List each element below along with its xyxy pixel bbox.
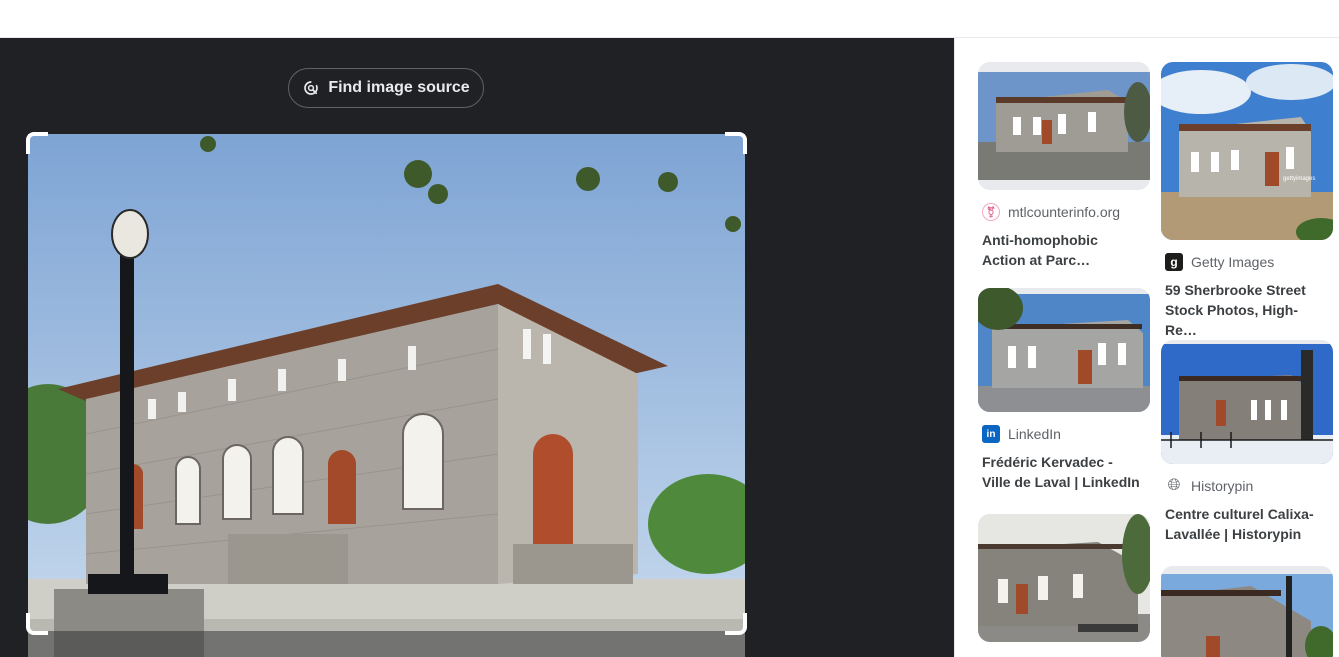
result-title[interactable]: Frédéric Kervadec - Ville de Laval | Lin… [978,452,1146,492]
result-source: Historypin [1191,478,1254,494]
crop-handle-top-right[interactable] [725,132,747,154]
getty-images-favicon-icon: g [1165,253,1183,271]
result-source: mtlcounterinfo.org [1008,204,1121,220]
result-card[interactable]: 🌐︎ Historypin Centre culturel Calixa- La… [1161,340,1333,544]
crop-handle-bottom-right[interactable] [725,613,747,635]
result-thumbnail[interactable] [978,62,1150,190]
result-card[interactable]: in LinkedIn Frédéric Kervadec - Ville de… [978,288,1150,492]
top-bar [0,0,1339,38]
crop-handle-top-left[interactable] [26,132,48,154]
result-thumbnail[interactable] [978,514,1150,642]
result-source: Getty Images [1191,254,1275,270]
result-card[interactable] [978,514,1150,642]
result-title[interactable]: Centre culturel Calixa- Lavallée | Histo… [1161,504,1329,544]
selected-image[interactable] [26,132,747,657]
result-source: LinkedIn [1008,426,1061,442]
globe-icon: 🌐︎ [1167,477,1181,494]
result-thumbnail[interactable] [978,288,1150,412]
result-thumbnail[interactable] [1161,340,1333,464]
result-card[interactable]: gettyimages g Getty Images 59 Sherbrooke… [1161,62,1333,340]
viewer-bottom-shade [28,631,745,657]
image-viewer-pane: Find image source [0,38,954,657]
visual-matches-pane: ⚧ mtlcounterinfo.org Anti-homophobic Act… [954,38,1339,657]
find-image-source-button[interactable]: Find image source [288,68,484,108]
crop-handle-bottom-left[interactable] [26,613,48,635]
result-card[interactable] [1161,566,1333,657]
find-image-source-label: Find image source [328,79,470,96]
lens-search-icon [304,81,319,95]
result-thumbnail[interactable]: gettyimages [1161,62,1333,240]
svg-text:gettyimages: gettyimages [1283,176,1315,182]
mtlcounterinfo-favicon-icon: ⚧ [982,203,1000,221]
result-title[interactable]: 59 Sherbrooke Street Stock Photos, High-… [1161,280,1329,340]
result-title[interactable]: Anti-homophobic Action at Parc… [978,230,1146,270]
linkedin-favicon-icon: in [982,425,1000,443]
result-card[interactable]: ⚧ mtlcounterinfo.org Anti-homophobic Act… [978,62,1150,270]
building-photo [28,134,745,657]
result-thumbnail[interactable] [1161,566,1333,657]
